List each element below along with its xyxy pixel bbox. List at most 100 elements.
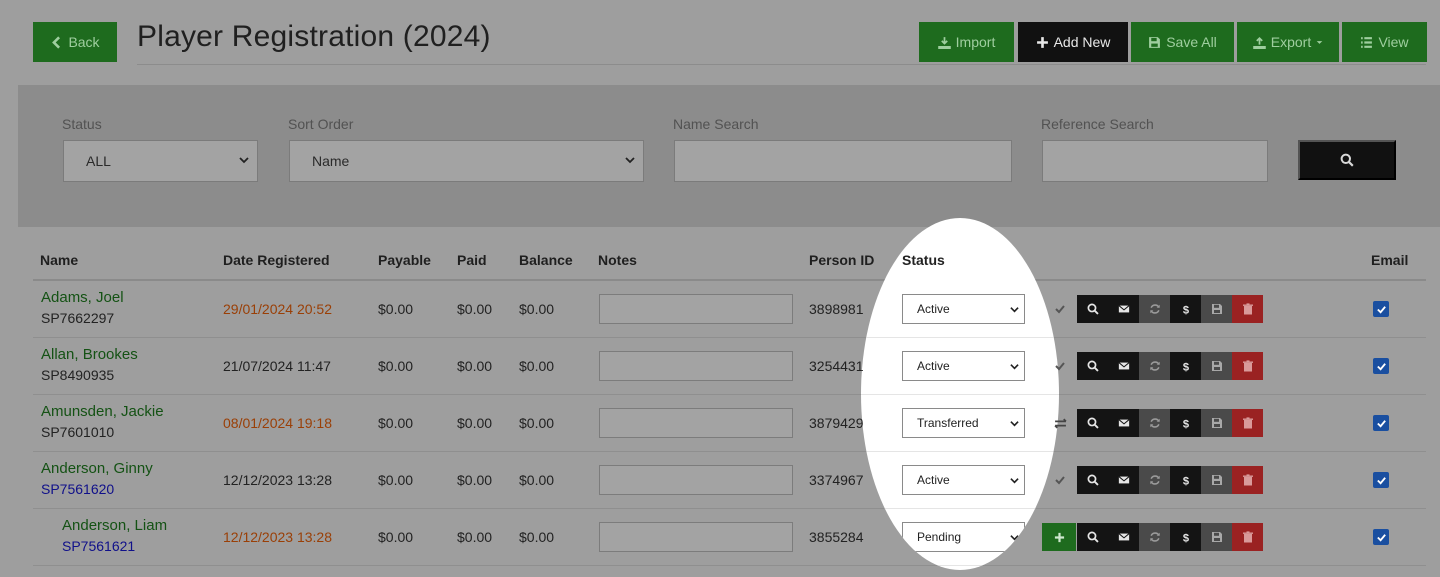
check-icon	[1376, 533, 1386, 542]
date-registered: 21/07/2024 11:47	[223, 358, 331, 374]
save-icon	[1211, 303, 1223, 315]
import-icon	[937, 36, 951, 49]
status-select[interactable]: Transferred	[902, 408, 1025, 438]
check-icon	[1052, 301, 1068, 317]
delete-button[interactable]	[1232, 409, 1263, 437]
send-email-button[interactable]	[1108, 466, 1139, 494]
email-checkbox[interactable]	[1373, 529, 1389, 545]
add-new-label: Add New	[1053, 34, 1111, 50]
send-email-button[interactable]	[1108, 352, 1139, 380]
player-name-link[interactable]: Amunsden, Jackie	[41, 403, 164, 420]
view-details-button[interactable]	[1077, 523, 1108, 551]
payment-button[interactable]: $	[1170, 409, 1201, 437]
person-id: 3254431	[809, 358, 864, 374]
payable-amount: $0.00	[378, 415, 414, 431]
search-icon	[1340, 153, 1354, 167]
delete-button[interactable]	[1232, 352, 1263, 380]
save-row-button[interactable]	[1201, 523, 1232, 551]
status-value: Pending	[917, 530, 962, 544]
email-checkbox[interactable]	[1373, 415, 1389, 431]
date-registered: 08/01/2024 19:18	[223, 415, 332, 431]
dollar-icon: $	[1180, 417, 1192, 429]
send-email-button[interactable]	[1108, 295, 1139, 323]
trash-icon	[1242, 303, 1254, 315]
search-button[interactable]	[1298, 140, 1396, 180]
col-paid: Paid	[457, 252, 487, 268]
chevron-down-icon	[1010, 307, 1019, 313]
refresh-button[interactable]	[1139, 352, 1170, 380]
trash-icon	[1242, 360, 1254, 372]
payment-button[interactable]: $	[1170, 523, 1201, 551]
person-id: 3879429	[809, 415, 864, 431]
email-checkbox[interactable]	[1373, 358, 1389, 374]
notes-input[interactable]	[599, 351, 793, 381]
sort-order-select[interactable]: Name	[289, 140, 644, 182]
chevron-down-icon	[239, 157, 249, 164]
add-new-button[interactable]: Add New	[1018, 22, 1128, 62]
import-label: Import	[955, 34, 996, 50]
person-id: 3855284	[809, 529, 864, 545]
player-name-link[interactable]: Anderson, Liam	[62, 517, 167, 534]
trash-icon	[1242, 531, 1254, 543]
view-details-button[interactable]	[1077, 295, 1108, 323]
status-select[interactable]: Pending	[902, 522, 1025, 552]
paid-amount: $0.00	[457, 358, 493, 374]
delete-button[interactable]	[1232, 295, 1263, 323]
save-icon	[1211, 417, 1223, 429]
status-select[interactable]: Active	[902, 465, 1025, 495]
import-button[interactable]: Import	[919, 22, 1014, 62]
send-email-button[interactable]	[1108, 409, 1139, 437]
name-search-input[interactable]	[674, 140, 1012, 182]
page-title: Player Registration (2024)	[137, 20, 491, 53]
view-details-button[interactable]	[1077, 409, 1108, 437]
reference-search-input[interactable]	[1042, 140, 1268, 182]
col-email: Email	[1371, 252, 1409, 268]
status-select[interactable]: Active	[902, 351, 1025, 381]
row-divider	[861, 451, 1059, 452]
save-row-button[interactable]	[1201, 352, 1232, 380]
save-row-button[interactable]	[1201, 409, 1232, 437]
email-checkbox[interactable]	[1373, 472, 1389, 488]
status-filter-select[interactable]: ALL	[63, 140, 258, 182]
view-details-button[interactable]	[1077, 466, 1108, 494]
date-registered: 12/12/2023 13:28	[223, 472, 332, 488]
notes-input[interactable]	[599, 522, 793, 552]
search-icon	[1087, 531, 1099, 543]
view-details-button[interactable]	[1077, 352, 1108, 380]
back-button[interactable]: Back	[33, 22, 117, 62]
notes-input[interactable]	[599, 408, 793, 438]
view-button[interactable]: View	[1342, 22, 1427, 62]
svg-text:$: $	[1182, 418, 1189, 429]
player-reference[interactable]: SP7561621	[62, 538, 135, 554]
player-name-link[interactable]: Anderson, Ginny	[41, 460, 153, 477]
export-button[interactable]: Export	[1237, 22, 1339, 62]
refresh-icon	[1149, 531, 1161, 543]
save-all-button[interactable]: Save All	[1131, 22, 1234, 62]
check-icon	[1376, 419, 1386, 428]
save-row-button[interactable]	[1201, 295, 1232, 323]
refresh-button[interactable]	[1139, 466, 1170, 494]
status-select[interactable]: Active	[902, 294, 1025, 324]
save-icon	[1211, 360, 1223, 372]
delete-button[interactable]	[1232, 466, 1263, 494]
approve-button[interactable]	[1042, 523, 1076, 551]
payment-button[interactable]: $	[1170, 295, 1201, 323]
notes-input[interactable]	[599, 294, 793, 324]
delete-button[interactable]	[1232, 523, 1263, 551]
player-name-link[interactable]: Allan, Brookes	[41, 346, 138, 363]
notes-input[interactable]	[599, 465, 793, 495]
player-reference[interactable]: SP7561620	[41, 481, 114, 497]
dollar-icon: $	[1180, 531, 1192, 543]
row-actions: $	[1077, 352, 1263, 380]
player-name-link[interactable]: Adams, Joel	[41, 289, 124, 306]
payment-button[interactable]: $	[1170, 466, 1201, 494]
email-checkbox[interactable]	[1373, 301, 1389, 317]
check-icon	[1376, 305, 1386, 314]
paid-amount: $0.00	[457, 472, 493, 488]
refresh-button[interactable]	[1139, 295, 1170, 323]
refresh-button[interactable]	[1139, 523, 1170, 551]
payment-button[interactable]: $	[1170, 352, 1201, 380]
refresh-button[interactable]	[1139, 409, 1170, 437]
save-row-button[interactable]	[1201, 466, 1232, 494]
send-email-button[interactable]	[1108, 523, 1139, 551]
